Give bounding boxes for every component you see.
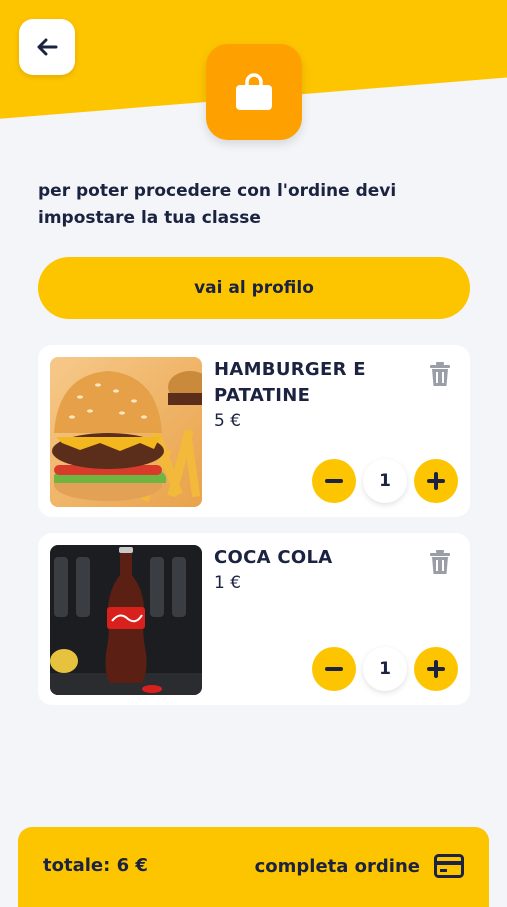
cart-item-coca-cola: COCA COLA 1 € 1 bbox=[38, 533, 470, 705]
item-price: 1 € bbox=[214, 573, 242, 593]
arrow-left-icon bbox=[37, 38, 58, 56]
item-name: COCA COLA bbox=[214, 545, 404, 571]
minus-icon bbox=[325, 479, 343, 483]
increase-quantity-button[interactable] bbox=[414, 647, 458, 691]
trash-icon bbox=[430, 362, 450, 386]
delete-item-button[interactable] bbox=[428, 549, 452, 575]
message-line-2: impostare la tua classe bbox=[38, 208, 261, 228]
quantity-value: 1 bbox=[363, 459, 407, 503]
back-button[interactable] bbox=[19, 19, 75, 75]
class-required-message: per poter procedere con l'ordine devi im… bbox=[38, 178, 438, 232]
message-line-1: per poter procedere con l'ordine devi bbox=[38, 181, 397, 201]
item-name-line-1: HAMBURGER E bbox=[214, 359, 366, 380]
shopping-bag-icon bbox=[236, 73, 272, 110]
item-name-line-1: COCA COLA bbox=[214, 547, 333, 568]
decrease-quantity-button[interactable] bbox=[312, 459, 356, 503]
hamburger-fries-photo bbox=[50, 357, 202, 507]
quantity-stepper: 1 bbox=[312, 459, 458, 503]
minus-icon bbox=[325, 667, 343, 671]
plus-icon bbox=[427, 472, 445, 490]
quantity-value: 1 bbox=[363, 647, 407, 691]
delete-item-button[interactable] bbox=[428, 361, 452, 387]
cart-item-hamburger: HAMBURGER E PATATINE 5 € 1 bbox=[38, 345, 470, 517]
order-total: totale: 6 € bbox=[43, 855, 148, 876]
credit-card-icon bbox=[434, 854, 464, 878]
complete-order-label: completa ordine bbox=[254, 855, 420, 877]
decrease-quantity-button[interactable] bbox=[312, 647, 356, 691]
complete-order-button[interactable]: completa ordine bbox=[255, 851, 464, 881]
plus-icon bbox=[427, 660, 445, 678]
checkout-bar: totale: 6 € completa ordine bbox=[18, 827, 489, 907]
item-price: 5 € bbox=[214, 411, 242, 431]
increase-quantity-button[interactable] bbox=[414, 459, 458, 503]
trash-icon bbox=[430, 550, 450, 574]
shopping-bag-tile bbox=[206, 44, 302, 140]
quantity-stepper: 1 bbox=[312, 647, 458, 691]
item-name-line-2: PATATINE bbox=[214, 385, 311, 406]
coca-cola-bottle-photo bbox=[50, 545, 202, 695]
go-to-profile-button[interactable]: vai al profilo bbox=[38, 257, 470, 319]
item-name: HAMBURGER E PATATINE bbox=[214, 357, 404, 409]
